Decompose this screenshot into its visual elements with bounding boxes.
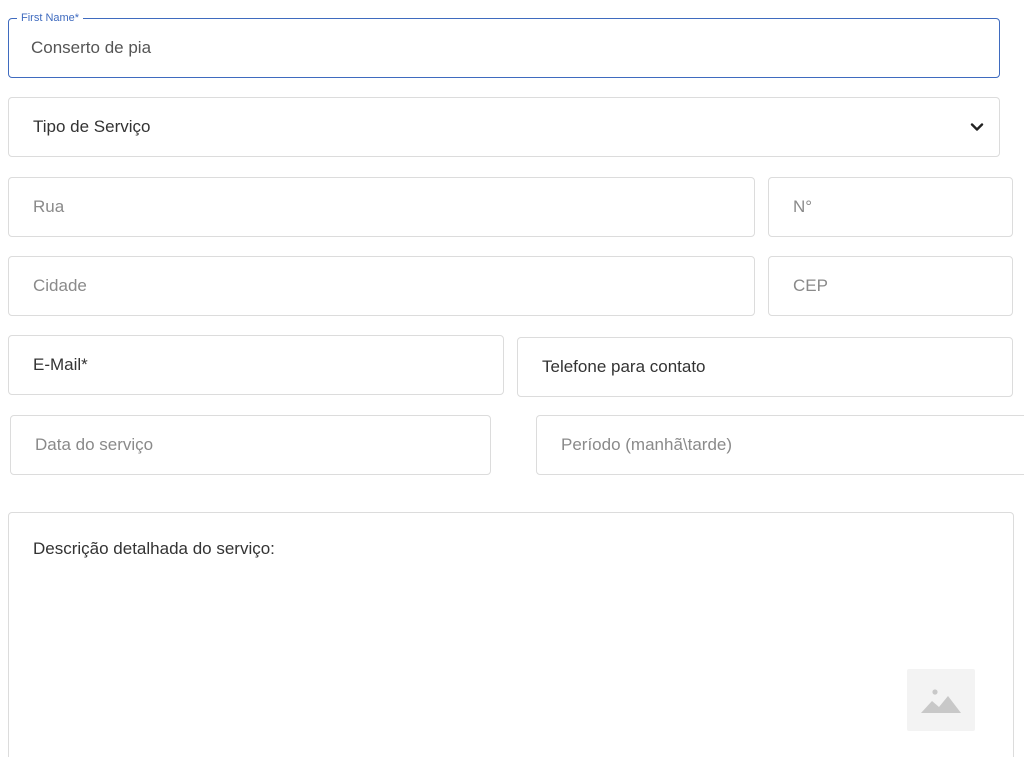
image-icon [921, 689, 961, 713]
number-input-placeholder: N° [793, 197, 813, 216]
phone-input[interactable]: Telefone para contato [517, 337, 1013, 397]
period-input-placeholder: Período (manhã\tarde) [561, 435, 733, 454]
street-input-placeholder: Rua [33, 197, 65, 216]
service-date-input[interactable]: Data do serviço [10, 415, 491, 475]
city-input-placeholder: Cidade [33, 276, 87, 295]
service-date-input-placeholder: Data do serviço [35, 435, 154, 454]
email-input[interactable]: E-Mail* [8, 335, 504, 395]
period-input[interactable]: Período (manhã\tarde) [536, 415, 1024, 475]
number-input[interactable]: N° [768, 177, 1013, 237]
name-field-value[interactable]: Conserto de pia [31, 38, 151, 58]
name-field[interactable]: First Name* Conserto de pia [8, 11, 1000, 78]
service-type-selected-value: Tipo de Serviço [33, 117, 151, 136]
name-field-label: First Name* [17, 11, 84, 25]
service-type-select[interactable]: Tipo de Serviço [8, 97, 1000, 157]
city-input[interactable]: Cidade [8, 256, 755, 316]
description-textarea-label: Descrição detalhada do serviço: [33, 539, 275, 558]
phone-input-placeholder: Telefone para contato [542, 357, 706, 376]
description-textarea[interactable]: Descrição detalhada do serviço: [8, 512, 1014, 757]
street-input[interactable]: Rua [8, 177, 755, 237]
image-placeholder-icon[interactable] [907, 669, 975, 731]
email-input-placeholder: E-Mail* [33, 355, 88, 374]
chevron-down-icon[interactable] [969, 119, 985, 135]
service-request-form: First Name* Conserto de pia Tipo de Serv… [0, 0, 1024, 757]
zip-input[interactable]: CEP [768, 256, 1013, 316]
zip-input-placeholder: CEP [793, 276, 828, 295]
